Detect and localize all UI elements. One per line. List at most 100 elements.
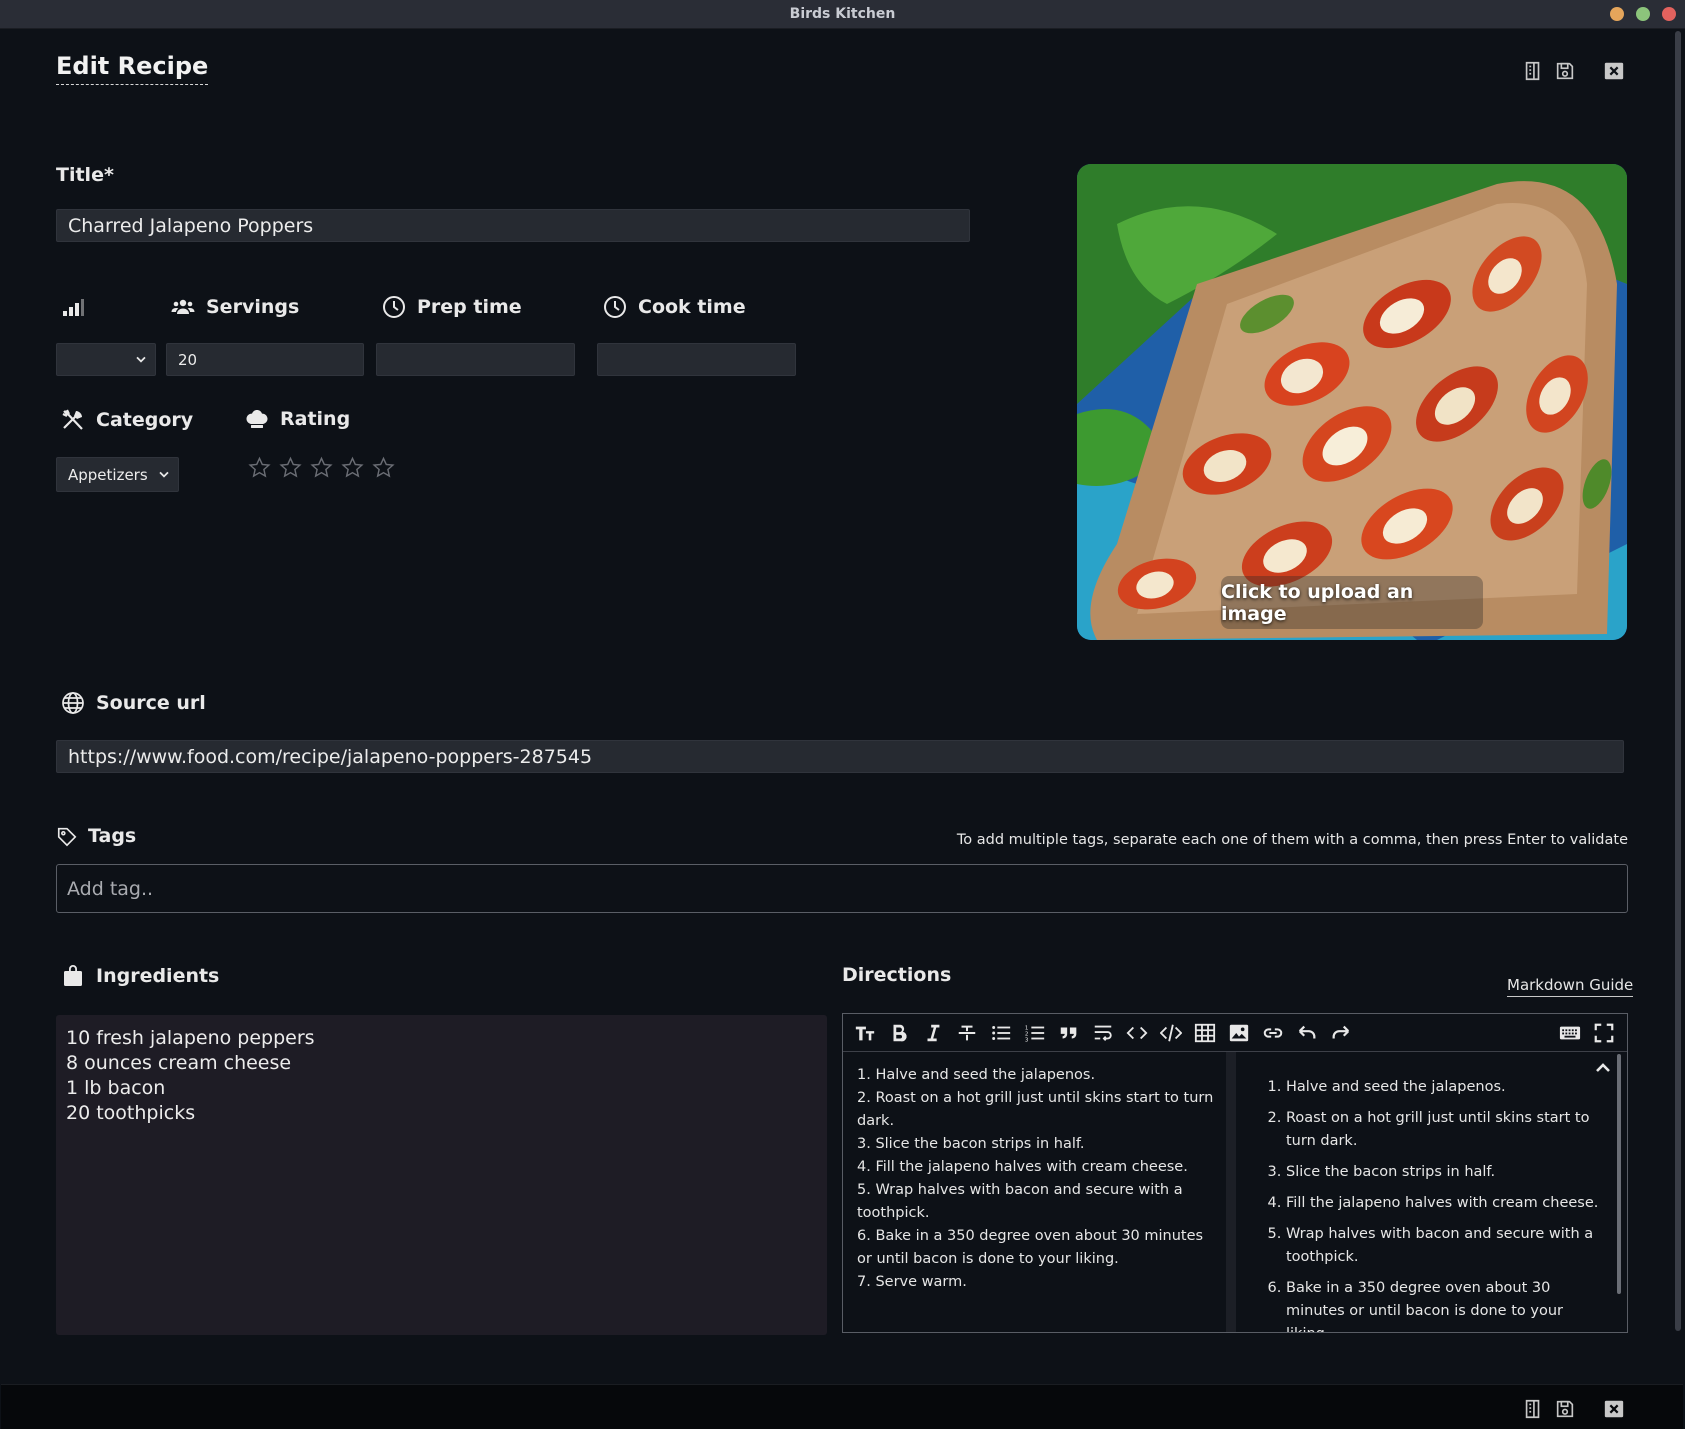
source-url-label-text: Source url [96, 692, 206, 714]
source-line: 2. Roast on a hot grill just until skins… [857, 1090, 1214, 1129]
strikethrough-icon[interactable] [955, 1021, 979, 1045]
preview-item: Roast on a hot grill just until skins st… [1286, 1107, 1604, 1153]
tags-label: Tags [56, 823, 136, 849]
source-url-input[interactable]: https://www.food.com/recipe/jalapeno-pop… [56, 740, 1624, 773]
code-block-icon[interactable] [1159, 1021, 1183, 1045]
close-icon[interactable] [1603, 1398, 1625, 1420]
fullscreen-icon[interactable] [1592, 1021, 1616, 1045]
upload-image-overlay[interactable]: Click to upload an image [1221, 576, 1483, 629]
chevron-up-icon[interactable] [1593, 1058, 1613, 1078]
cook-time-input[interactable] [597, 343, 796, 376]
source-line: 4. Fill the jalapeno halves with cream c… [857, 1159, 1188, 1175]
preview-item: Slice the bacon strips in half. [1286, 1161, 1604, 1184]
quote-icon[interactable] [1057, 1021, 1081, 1045]
difficulty-select[interactable] [56, 343, 156, 376]
italic-icon[interactable] [921, 1021, 945, 1045]
close-icon[interactable] [1603, 60, 1625, 82]
directions-label: Directions [842, 964, 951, 986]
source-url-input-value: https://www.food.com/recipe/jalapeno-pop… [68, 745, 593, 768]
rating-label: Rating [244, 406, 350, 432]
rating-stars [248, 456, 395, 479]
preview-scrollbar[interactable] [1617, 1054, 1621, 1294]
markdown-guide-link[interactable]: Markdown Guide [1507, 976, 1634, 997]
chevron-down-icon [136, 356, 146, 363]
ordered-list-icon[interactable]: 123 [1023, 1021, 1047, 1045]
preview-item: Halve and seed the jalapenos. [1286, 1076, 1604, 1099]
window-minimize-button[interactable] [1610, 7, 1624, 21]
editor-pane-divider [1226, 1052, 1236, 1332]
editor-toolbar: 123 [843, 1014, 1627, 1052]
shopping-bag-icon [60, 963, 86, 989]
table-icon[interactable] [1193, 1021, 1217, 1045]
rating-star-1[interactable] [248, 456, 271, 479]
rating-label-text: Rating [280, 408, 351, 430]
bold-icon[interactable] [887, 1021, 911, 1045]
ingredient-line: 20 toothpicks [66, 1102, 196, 1124]
undo-icon[interactable] [1295, 1021, 1319, 1045]
unordered-list-icon[interactable] [989, 1021, 1013, 1045]
rating-star-3[interactable] [310, 456, 333, 479]
category-label: Category [60, 407, 193, 433]
clock-icon [602, 294, 628, 320]
ingredients-label-text: Ingredients [96, 965, 220, 987]
save-icon[interactable] [1554, 1398, 1576, 1420]
cook-time-label: Cook time [602, 294, 746, 320]
difficulty-label [60, 294, 86, 320]
window-maximize-button[interactable] [1636, 7, 1650, 21]
directions-label-text: Directions [842, 964, 952, 986]
tags-label-text: Tags [88, 825, 137, 847]
preview-item: Fill the jalapeno halves with cream chee… [1286, 1192, 1604, 1215]
title-input-value: Charred Jalapeno Poppers [68, 214, 314, 237]
prep-time-label: Prep time [381, 294, 522, 320]
cook-time-label-text: Cook time [638, 296, 746, 318]
svg-text:3: 3 [1025, 1037, 1029, 1043]
directions-editor: 123 1. Halve and seed the jalapenos. 2. … [842, 1013, 1628, 1333]
category-select[interactable]: Appetizers [56, 457, 179, 492]
globe-icon [60, 690, 86, 716]
tag-icon [56, 823, 78, 849]
prep-time-input[interactable] [376, 343, 575, 376]
rating-star-2[interactable] [279, 456, 302, 479]
image-icon[interactable] [1227, 1021, 1251, 1045]
window-title: Birds Kitchen [789, 6, 896, 22]
source-url-label: Source url [60, 690, 206, 716]
recipe-photo [1077, 164, 1627, 640]
redo-icon[interactable] [1329, 1021, 1353, 1045]
window-close-button[interactable] [1662, 7, 1676, 21]
heading-icon[interactable] [853, 1021, 877, 1045]
source-line: 6. Bake in a 350 degree oven about 30 mi… [857, 1228, 1204, 1267]
ingredients-textarea[interactable]: 10 fresh jalapeno peppers 8 ounces cream… [56, 1015, 827, 1335]
source-line: 3. Slice the bacon strips in half. [857, 1136, 1085, 1152]
servings-input-value: 20 [178, 350, 198, 369]
recipe-image-upload[interactable]: Click to upload an image [1077, 164, 1627, 640]
keyboard-icon[interactable] [1558, 1021, 1582, 1045]
chef-hat-icon [244, 406, 270, 432]
prep-time-label-text: Prep time [417, 296, 522, 318]
window-titlebar: Birds Kitchen [0, 0, 1685, 29]
source-line: 1. Halve and seed the jalapenos. [857, 1067, 1096, 1083]
rating-star-5[interactable] [372, 456, 395, 479]
page-scrollbar[interactable] [1675, 31, 1681, 1331]
tags-input[interactable]: Add tag.. [56, 864, 1628, 913]
title-input[interactable]: Charred Jalapeno Poppers [56, 209, 970, 242]
link-icon[interactable] [1261, 1021, 1285, 1045]
title-label: Title* [56, 164, 114, 186]
servings-label: Servings [170, 294, 299, 320]
editor-source-pane[interactable]: 1. Halve and seed the jalapenos. 2. Roas… [843, 1052, 1226, 1332]
servings-input[interactable]: 20 [166, 343, 364, 376]
rating-star-4[interactable] [341, 456, 364, 479]
chevron-down-icon [159, 471, 169, 478]
utensils-icon [60, 407, 86, 433]
bottom-action-bar [1, 1384, 1683, 1429]
save-icon[interactable] [1554, 60, 1576, 82]
print-icon[interactable] [1522, 1398, 1544, 1420]
category-label-text: Category [96, 409, 194, 431]
clean-block-icon[interactable] [1091, 1021, 1115, 1045]
ingredient-line: 8 ounces cream cheese [66, 1052, 292, 1074]
print-icon[interactable] [1522, 60, 1544, 82]
clock-icon [381, 294, 407, 320]
preview-list: Halve and seed the jalapenos. Roast on a… [1256, 1076, 1604, 1332]
code-icon[interactable] [1125, 1021, 1149, 1045]
title-label-text: Title* [56, 164, 114, 186]
ingredients-label: Ingredients [60, 963, 219, 989]
